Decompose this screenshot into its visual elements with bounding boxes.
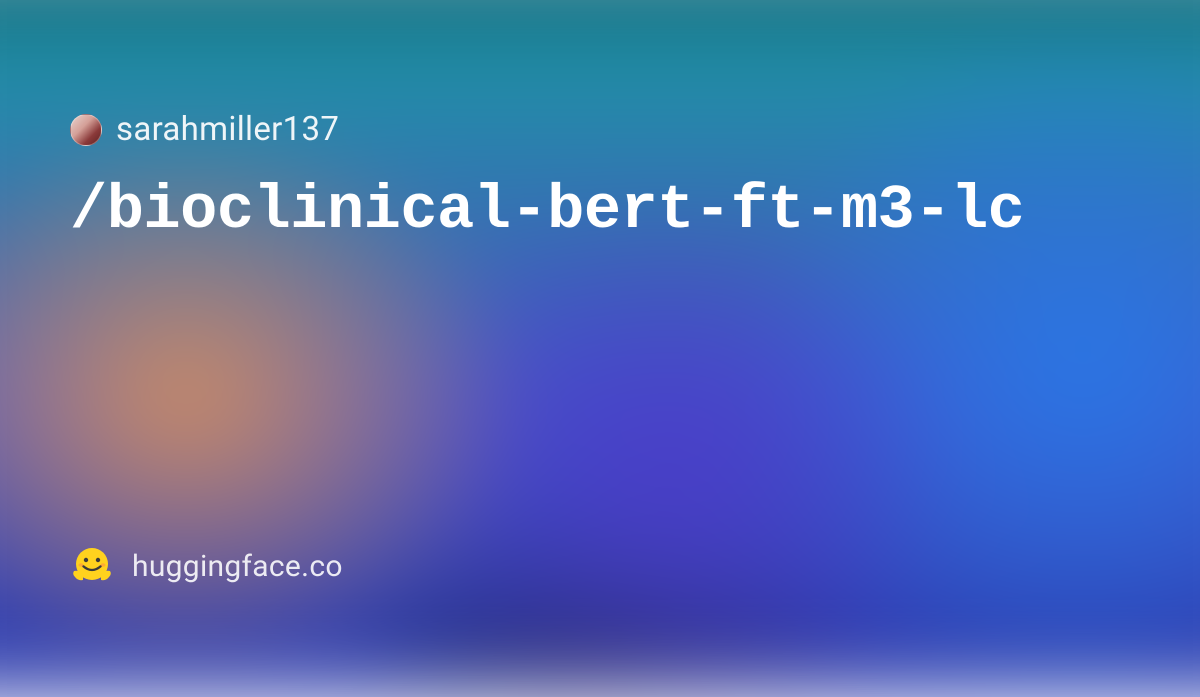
avatar (70, 114, 102, 146)
card-content: sarahmiller137 /bioclinical-bert-ft-m3-l… (0, 0, 1200, 648)
site-name: huggingface.co (132, 549, 343, 584)
username: sarahmiller137 (116, 110, 339, 149)
footer: huggingface.co (70, 544, 1130, 588)
huggingface-logo-icon (70, 544, 114, 588)
model-path: /bioclinical-bert-ft-m3-lc (70, 175, 1130, 246)
user-row: sarahmiller137 (70, 110, 1130, 149)
